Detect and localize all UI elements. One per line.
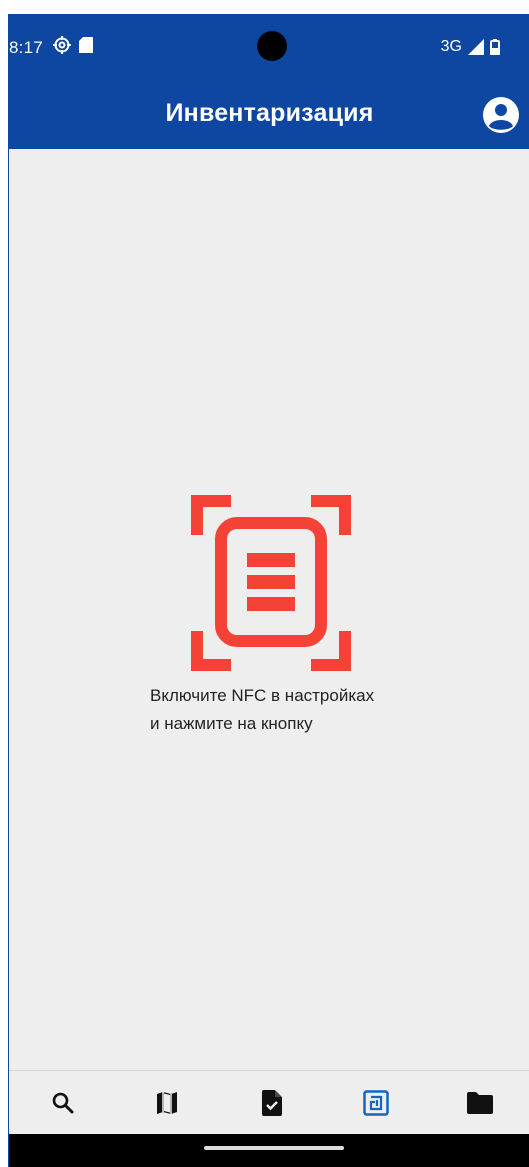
nav-map[interactable] (137, 1071, 197, 1135)
network-type: 3G (440, 38, 462, 55)
search-icon (52, 1092, 74, 1114)
status-right: 3G (441, 38, 500, 56)
account-circle-icon (483, 97, 519, 133)
home-gesture-handle[interactable] (204, 1146, 344, 1150)
nav-documents[interactable] (242, 1071, 302, 1135)
map-icon (157, 1092, 177, 1114)
bottom-navigation (9, 1070, 529, 1135)
nav-search[interactable] (33, 1071, 93, 1135)
nfc-icon (363, 1090, 389, 1116)
main-content: Включите NFC в настройках и нажмите на к… (9, 149, 529, 1070)
sd-card-icon (79, 37, 93, 53)
nav-folder[interactable] (450, 1071, 510, 1135)
status-left-icons (53, 36, 93, 54)
nav-nfc[interactable] (346, 1071, 406, 1135)
status-time: 8:17 (9, 38, 43, 57)
hint-line-1: Включите NFC в настройках (150, 686, 375, 705)
hint-line-2: и нажмите на кнопку (150, 714, 313, 733)
page-title: Инвентаризация (165, 99, 374, 127)
phone-screen: 8:17 3G Инвентаризация Включите NFC в на… (8, 14, 529, 1167)
signal-icon (468, 39, 484, 55)
front-camera (257, 31, 287, 61)
folder-icon (467, 1092, 493, 1114)
battery-icon (490, 39, 500, 55)
account-button[interactable] (482, 96, 520, 134)
settings-gear-icon (53, 36, 71, 54)
status-bar: 8:17 3G (9, 14, 529, 79)
document-check-icon (262, 1090, 282, 1116)
gesture-navigation-bar (9, 1134, 529, 1167)
nfc-hint: Включите NFC в настройках и нажмите на к… (150, 682, 450, 738)
app-bar: Инвентаризация (9, 79, 529, 149)
nfc-document-scan-icon (191, 495, 351, 671)
